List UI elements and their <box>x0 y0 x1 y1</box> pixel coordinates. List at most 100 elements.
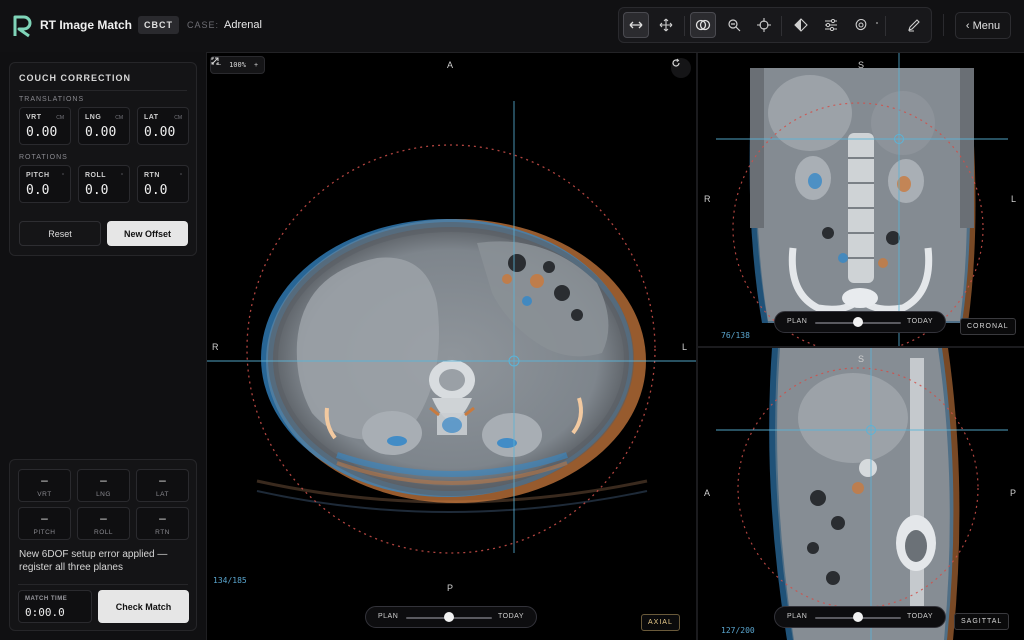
toolbar-divider <box>885 16 886 36</box>
blend-slider[interactable]: PLAN TODAY <box>774 606 946 628</box>
app-title: RT Image Match <box>40 18 133 32</box>
error-value: – <box>159 511 166 525</box>
orientation-posterior: P <box>1010 488 1017 498</box>
lng-translation-field[interactable]: LNG CM 0.00 <box>78 107 130 145</box>
error-value: – <box>41 511 48 525</box>
setup-error-panel: – VRT – LNG – LAT – PITCH – ROLL – RTN N… <box>9 459 197 631</box>
orientation-anterior: A <box>704 488 711 498</box>
rotate-icon <box>672 58 680 67</box>
field-label: LNG <box>85 114 102 121</box>
orientation-superior: S <box>858 354 865 364</box>
field-unit: ° <box>62 173 64 179</box>
zoom-in-button[interactable]: + <box>254 62 258 69</box>
today-label: TODAY <box>907 613 933 620</box>
case-label: CASE: <box>187 20 220 30</box>
status-message: New 6DOF setup error applied — register … <box>19 549 168 573</box>
field-label: PITCH <box>26 172 50 179</box>
orientation-left: L <box>682 342 688 352</box>
dot-indicator <box>876 22 878 24</box>
sidebar: COUCH CORRECTION TRANSLATIONS VRT CM 0.0… <box>0 52 207 640</box>
couch-correction-panel: COUCH CORRECTION TRANSLATIONS VRT CM 0.0… <box>9 62 197 256</box>
divider <box>18 584 188 585</box>
slider-thumb[interactable] <box>853 612 863 622</box>
axial-viewport[interactable]: − 100% + A P R L 134/185 PLAN TODAY AXIA… <box>207 53 696 640</box>
sagittal-viewport[interactable]: S A P 127/200 PLAN TODAY SAGITTAL <box>698 348 1024 640</box>
match-timer: MATCH TIME 0:00.0 <box>18 590 92 623</box>
field-unit: CM <box>115 115 123 121</box>
axial-view-tag[interactable]: AXIAL <box>641 614 680 631</box>
app-logo <box>13 15 32 38</box>
field-label: VRT <box>26 114 42 121</box>
zoom-level: 100% <box>229 61 246 69</box>
check-match-button[interactable]: Check Match <box>98 590 189 623</box>
reset-button[interactable]: Reset <box>19 221 101 246</box>
pen-icon[interactable] <box>901 12 927 38</box>
rotations-label: ROTATIONS <box>19 154 68 161</box>
match-time-value: 0:00.0 <box>25 606 65 619</box>
top-bar: RT Image Match CBCT CASE: Adrenal ‹ Menu <box>0 0 1024 53</box>
menu-button[interactable]: ‹ Menu <box>955 12 1011 39</box>
crosshair-icon[interactable] <box>751 12 777 38</box>
blend-slider[interactable]: PLAN TODAY <box>774 311 946 333</box>
roll-rotation-field[interactable]: ROLL ° 0.0 <box>78 165 130 203</box>
rtn-rotation-field[interactable]: RTN ° 0.0 <box>137 165 189 203</box>
slice-counter: 134/185 <box>213 576 247 585</box>
blend-slider[interactable]: PLAN TODAY <box>365 606 537 628</box>
coronal-view-tag[interactable]: CORONAL <box>960 318 1016 335</box>
field-unit: ° <box>180 173 182 179</box>
field-value[interactable]: 0.0 <box>144 183 167 198</box>
reset-view-button[interactable] <box>671 58 691 78</box>
error-label: LNG <box>96 491 111 498</box>
fullscreen-icon[interactable] <box>211 57 219 65</box>
sagittal-image[interactable] <box>698 348 1024 640</box>
overlay-icon[interactable] <box>690 12 716 38</box>
error-label: PITCH <box>33 529 56 536</box>
field-value[interactable]: 0.0 <box>26 183 49 198</box>
vrt-translation-field[interactable]: VRT CM 0.00 <box>19 107 71 145</box>
slice-counter: 127/200 <box>721 626 755 635</box>
axial-image[interactable] <box>207 53 696 640</box>
lat-translation-field[interactable]: LAT CM 0.00 <box>137 107 189 145</box>
panel-title: COUCH CORRECTION <box>19 73 131 83</box>
roll-error-cell: – ROLL <box>77 507 130 540</box>
field-value[interactable]: 0.00 <box>85 125 116 140</box>
error-value: – <box>159 473 166 487</box>
slider-thumb[interactable] <box>853 317 863 327</box>
field-value[interactable]: 0.00 <box>144 125 175 140</box>
modality-badge[interactable]: CBCT <box>138 16 179 34</box>
error-value: – <box>100 473 107 487</box>
today-label: TODAY <box>907 318 933 325</box>
coronal-viewport[interactable]: S R L 76/138 PLAN TODAY CORONAL <box>698 53 1024 346</box>
field-value[interactable]: 0.00 <box>26 125 57 140</box>
sliders-icon[interactable] <box>818 12 844 38</box>
zoom-controls: − 100% + <box>210 56 266 74</box>
coronal-image[interactable] <box>698 53 1024 346</box>
pitch-error-cell: – PITCH <box>18 507 71 540</box>
orientation-right: R <box>212 342 219 352</box>
field-unit: ° <box>121 173 123 179</box>
zoom-icon[interactable] <box>721 12 747 38</box>
field-unit: CM <box>174 115 182 121</box>
contour-icon[interactable] <box>848 12 874 38</box>
window-level-icon[interactable] <box>788 12 814 38</box>
new-offset-button[interactable]: New Offset <box>107 221 188 246</box>
toolbar-divider <box>684 16 685 36</box>
tool-toolbar <box>618 7 932 43</box>
rtn-error-cell: – RTN <box>136 507 189 540</box>
header-divider <box>943 14 944 36</box>
swap-arrows-icon[interactable] <box>623 12 649 38</box>
field-unit: CM <box>56 115 64 121</box>
error-label: RTN <box>155 529 170 536</box>
plan-label: PLAN <box>378 613 399 620</box>
slider-thumb[interactable] <box>444 612 454 622</box>
orientation-superior: S <box>858 60 865 70</box>
toolbar-divider <box>781 16 782 36</box>
lat-error-cell: – LAT <box>136 469 189 502</box>
viewport-divider <box>696 53 698 640</box>
plan-label: PLAN <box>787 318 808 325</box>
pitch-rotation-field[interactable]: PITCH ° 0.0 <box>19 165 71 203</box>
sagittal-view-tag[interactable]: SAGITTAL <box>954 613 1010 630</box>
orientation-posterior: P <box>447 583 454 593</box>
move-icon[interactable] <box>653 12 679 38</box>
field-value[interactable]: 0.0 <box>85 183 108 198</box>
